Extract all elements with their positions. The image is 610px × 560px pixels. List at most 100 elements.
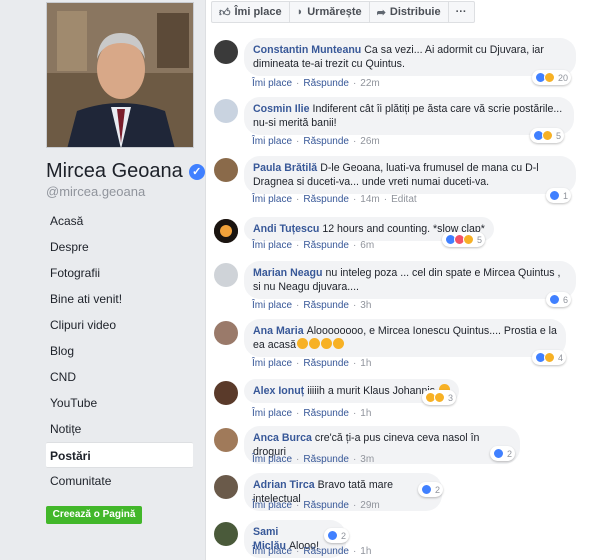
haha-reaction-icon [463, 234, 474, 245]
comment-like-link[interactable]: Îmi place [252, 454, 292, 465]
comment-author-link[interactable]: Constantin Munteanu [253, 44, 361, 56]
reaction-summary[interactable]: 5 [442, 232, 486, 247]
nav-item-fotografii[interactable]: Fotografii [46, 260, 193, 286]
nav-item-postari[interactable]: Postări [46, 442, 193, 468]
commenter-avatar[interactable] [214, 40, 238, 64]
comment-like-link[interactable]: Îmi place [252, 500, 292, 511]
comment-like-link[interactable]: Îmi place [252, 546, 292, 557]
commenter-avatar[interactable] [214, 158, 238, 182]
separator-dot: · [296, 454, 300, 465]
comment-author-link[interactable]: Anca Burca [253, 432, 312, 444]
commenter-avatar[interactable] [214, 428, 238, 452]
separator-dot: · [383, 194, 388, 205]
comment-author-link[interactable]: Alex Ionuț [253, 385, 304, 397]
reaction-summary[interactable]: 2 [418, 482, 444, 497]
nav-item-clipuri-video[interactable]: Clipuri video [46, 312, 193, 338]
comment-author-link[interactable]: Ana Maria [253, 325, 304, 337]
commenter-avatar[interactable] [214, 522, 238, 546]
comment-like-link[interactable]: Îmi place [252, 408, 292, 419]
reaction-summary[interactable]: 3 [422, 390, 457, 405]
reaction-count: 2 [435, 484, 441, 495]
reaction-summary[interactable]: 6 [546, 292, 572, 307]
comment-timestamp[interactable]: 3h [360, 300, 371, 311]
nav-item-youtube[interactable]: YouTube [46, 390, 193, 416]
comment-timestamp[interactable]: 1h [360, 358, 371, 369]
nav-item-blog[interactable]: Blog [46, 338, 193, 364]
profile-name[interactable]: Mircea Geoana ✓ [46, 160, 205, 183]
like-reaction-icon [421, 484, 432, 495]
follow-button[interactable]: ◗ Urmărește [290, 2, 370, 22]
separator-dot: · [296, 358, 300, 369]
sad-reaction-icon [434, 392, 445, 403]
comment-timestamp[interactable]: 29m [360, 500, 379, 511]
separator-dot: · [296, 500, 300, 511]
separator-dot: · [352, 358, 357, 369]
comment-reply-link[interactable]: Răspunde [303, 500, 349, 511]
profile-name-text[interactable]: Mircea Geoana [46, 160, 183, 183]
commenter-avatar[interactable] [214, 99, 238, 123]
comment-reply-link[interactable]: Răspunde [303, 300, 349, 311]
page-sidebar: Mircea Geoana ✓ @mircea.geoana Acasă Des… [0, 0, 205, 560]
nav-item-acasa[interactable]: Acasă [46, 208, 193, 234]
comment-author-link[interactable]: Cosmin Ilie [253, 103, 310, 115]
comment-timestamp[interactable]: 1h [360, 546, 371, 557]
separator-dot: · [352, 194, 357, 205]
profile-handle[interactable]: @mircea.geoana [46, 184, 145, 199]
comment-like-link[interactable]: Îmi place [252, 136, 292, 147]
share-button[interactable]: ➦ Distribuie [370, 2, 449, 22]
comment-like-link[interactable]: Îmi place [252, 240, 292, 251]
commenter-avatar[interactable] [214, 475, 238, 499]
like-page-button[interactable]: 👍︎ Îmi place [212, 2, 290, 22]
comment-reply-link[interactable]: Răspunde [303, 358, 349, 369]
like-reaction-icon [327, 530, 338, 541]
reaction-summary[interactable]: 4 [532, 350, 567, 365]
comment-author-link[interactable]: Adrian Tirca [253, 479, 315, 491]
comment-reply-link[interactable]: Răspunde [303, 408, 349, 419]
reaction-summary[interactable]: 20 [532, 70, 572, 85]
comment-timestamp[interactable]: 26m [360, 136, 379, 147]
separator-dot: · [296, 136, 300, 147]
reaction-summary[interactable]: 5 [530, 128, 565, 143]
reaction-summary[interactable]: 2 [324, 528, 350, 543]
comment-reply-link[interactable]: Răspunde [303, 240, 349, 251]
comment-edited-label[interactable]: Editat [391, 194, 417, 205]
separator-dot: · [296, 546, 300, 557]
commenter-avatar[interactable] [214, 321, 238, 345]
comment-like-link[interactable]: Îmi place [252, 358, 292, 369]
commenter-avatar[interactable] [214, 263, 238, 287]
reaction-count: 5 [477, 234, 483, 245]
comment-like-link[interactable]: Îmi place [252, 194, 292, 205]
laughing-emoji-icon [309, 338, 320, 349]
nav-item-cnd[interactable]: CND [46, 364, 193, 390]
comment-reply-link[interactable]: Răspunde [303, 136, 349, 147]
comment-like-link[interactable]: Îmi place [252, 78, 292, 89]
commenter-avatar[interactable] [214, 381, 238, 405]
nav-item-notite[interactable]: Notițe [46, 416, 193, 442]
nav-item-bine-ati-venit[interactable]: Bine ati venit! [46, 286, 193, 312]
reaction-summary[interactable]: 1 [546, 188, 572, 203]
comment-author-link[interactable]: Andi Tuțescu [253, 223, 319, 235]
comment-timestamp[interactable]: 22m [360, 78, 379, 89]
comment-author-link[interactable]: Paula Brătilă [253, 162, 317, 174]
commenter-avatar[interactable] [214, 219, 238, 243]
profile-picture[interactable] [46, 2, 194, 148]
comment-author-link[interactable]: Marian Neagu [253, 267, 322, 279]
comment-timestamp[interactable]: 3m [360, 454, 374, 465]
haha-reaction-icon [544, 72, 555, 83]
comment-timestamp[interactable]: 6m [360, 240, 374, 251]
reaction-summary[interactable]: 2 [490, 446, 516, 461]
comment-reply-link[interactable]: Răspunde [303, 454, 349, 465]
create-page-button[interactable]: Creează o Pagină [46, 506, 142, 524]
comment-timestamp[interactable]: 1h [360, 408, 371, 419]
nav-item-comunitate[interactable]: Comunitate [46, 468, 193, 494]
follow-label: Urmărește [307, 6, 362, 18]
separator-dot: · [352, 300, 357, 311]
nav-item-despre[interactable]: Despre [46, 234, 193, 260]
comment-reply-link[interactable]: Răspunde [303, 194, 349, 205]
comment-reply-link[interactable]: Răspunde [303, 78, 349, 89]
comment-like-link[interactable]: Îmi place [252, 300, 292, 311]
comment-reply-link[interactable]: Răspunde [303, 546, 349, 557]
comment-timestamp[interactable]: 14m [360, 194, 379, 205]
comment-actions: Îmi place · Răspunde · 26m [252, 136, 380, 147]
more-options-button[interactable]: ··· [449, 2, 474, 22]
